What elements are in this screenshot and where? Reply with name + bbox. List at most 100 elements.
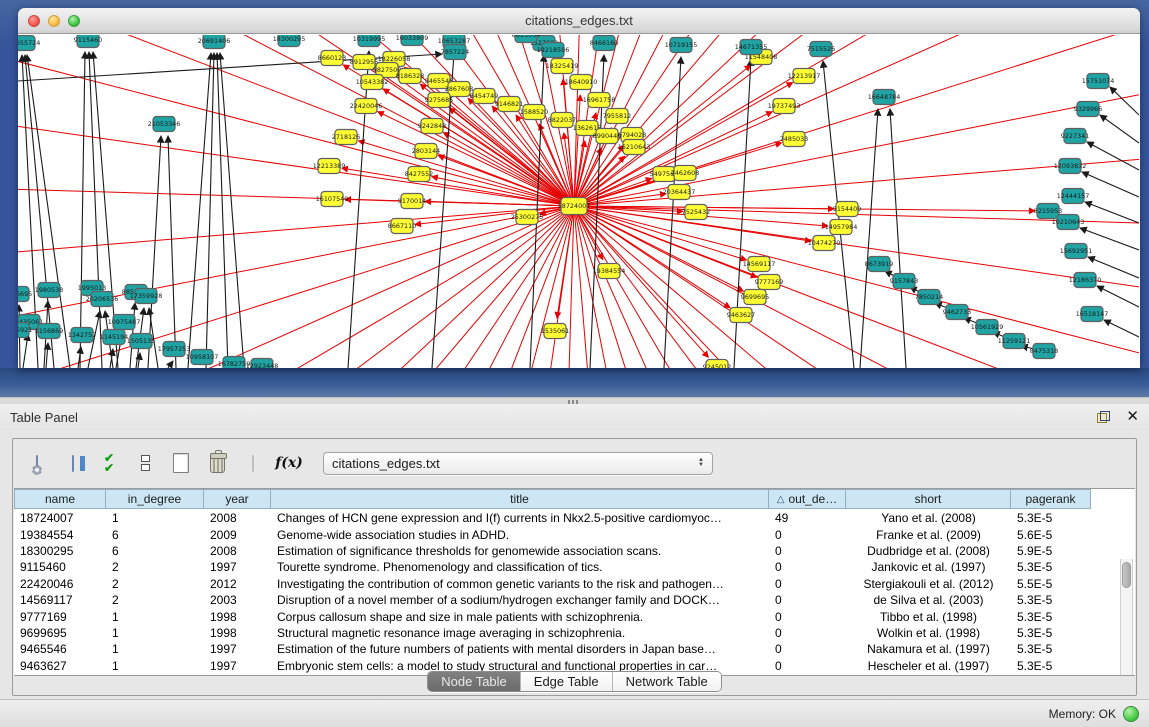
table-cell[interactable]: 0 <box>769 608 846 624</box>
tab-node-table[interactable]: Node Table <box>428 672 520 691</box>
table-cell[interactable]: 5.6E-5 <box>1011 526 1091 542</box>
table-scrollbar-thumb[interactable] <box>1122 562 1131 588</box>
table-cell[interactable]: Dudbridge et al. (2008) <box>846 543 1011 559</box>
table-cell[interactable]: 0 <box>769 526 846 542</box>
table-cell[interactable]: 19384554 <box>14 526 106 542</box>
show-columns-icon[interactable] <box>57 447 89 479</box>
table-row[interactable]: 1872400712008Changes of HCN gene express… <box>14 509 1135 526</box>
column-header-out_de[interactable]: △out_de… <box>769 489 846 509</box>
table-cell[interactable]: 22420046 <box>14 576 106 592</box>
column-header-pagerank[interactable]: pagerank <box>1011 489 1091 509</box>
table-cell[interactable]: Estimation of significance thresholds fo… <box>271 543 769 559</box>
table-cell[interactable]: de Silva et al. (2003) <box>846 592 1011 608</box>
delete-rows-icon[interactable] <box>201 447 233 479</box>
network-window-titlebar[interactable]: citations_edges.txt <box>18 8 1140 34</box>
table-cell[interactable]: Nakamura et al. (1997) <box>846 641 1011 657</box>
tab-network-table[interactable]: Network Table <box>612 672 721 691</box>
zoom-window-icon[interactable] <box>68 15 80 27</box>
column-header-title[interactable]: title <box>271 489 769 509</box>
select-columns-icon[interactable]: ✔✔ <box>93 447 125 479</box>
table-cell[interactable]: Investigating the contribution of common… <box>271 576 769 592</box>
function-builder-icon[interactable]: f(x) <box>273 447 305 479</box>
table-cell[interactable]: 5.3E-5 <box>1011 608 1091 624</box>
table-cell[interactable]: Jankovic et al. (1997) <box>846 559 1011 575</box>
table-cell[interactable]: Changes of HCN gene expression and I(f) … <box>271 510 769 526</box>
table-cell[interactable]: 6 <box>106 526 204 542</box>
table-cell[interactable]: 1 <box>106 608 204 624</box>
table-row[interactable]: 969969511998Structural magnetic resonanc… <box>14 625 1135 641</box>
table-cell[interactable]: 5.3E-5 <box>1011 625 1091 641</box>
table-cell[interactable]: 1997 <box>204 641 271 657</box>
table-cell[interactable]: Stergiakouli et al. (2012) <box>846 576 1011 592</box>
table-cell[interactable]: Yano et al. (2008) <box>846 510 1011 526</box>
table-cell[interactable]: 2012 <box>204 576 271 592</box>
table-cell[interactable]: 9777169 <box>14 608 106 624</box>
memory-status-icon[interactable] <box>1123 706 1139 722</box>
table-row[interactable]: 1938455462009Genome-wide association stu… <box>14 526 1135 542</box>
column-header-in_degree[interactable]: in_degree <box>106 489 204 509</box>
table-cell[interactable]: 1998 <box>204 608 271 624</box>
table-cell[interactable]: 49 <box>769 510 846 526</box>
table-cell[interactable]: Tourette syndrome. Phenomenology and cla… <box>271 559 769 575</box>
table-cell[interactable]: 2003 <box>204 592 271 608</box>
table-row[interactable]: 977716911998Corpus callosum shape and si… <box>14 608 1135 624</box>
column-header-year[interactable]: year <box>204 489 271 509</box>
minimize-window-icon[interactable] <box>48 15 60 27</box>
table-cell[interactable]: 1 <box>106 510 204 526</box>
table-cell[interactable]: 6 <box>106 543 204 559</box>
table-row[interactable]: 2242004622012Investigating the contribut… <box>14 576 1135 592</box>
table-cell[interactable]: 2009 <box>204 526 271 542</box>
table-cell[interactable]: 5.3E-5 <box>1011 641 1091 657</box>
new-table-icon[interactable] <box>165 447 197 479</box>
table-cell[interactable]: 5.3E-5 <box>1011 510 1091 526</box>
column-header-short[interactable]: short <box>846 489 1011 509</box>
table-cell[interactable]: 0 <box>769 641 846 657</box>
table-cell[interactable]: 2 <box>106 576 204 592</box>
table-cell[interactable]: 9465546 <box>14 641 106 657</box>
table-row[interactable]: 911546021997Tourette syndrome. Phenomeno… <box>14 559 1135 575</box>
table-cell[interactable]: 2 <box>106 559 204 575</box>
table-cell[interactable]: 5.9E-5 <box>1011 543 1091 559</box>
table-cell[interactable]: Corpus callosum shape and size in male p… <box>271 608 769 624</box>
table-cell[interactable]: 0 <box>769 625 846 641</box>
table-settings-icon[interactable] <box>21 447 53 479</box>
table-cell[interactable]: 2008 <box>204 543 271 559</box>
table-cell[interactable]: Estimation of the future numbers of pati… <box>271 641 769 657</box>
table-cell[interactable]: Wolkin et al. (1998) <box>846 625 1011 641</box>
table-cell[interactable]: 0 <box>769 576 846 592</box>
table-cell[interactable]: 5.3E-5 <box>1011 559 1091 575</box>
panel-splitter[interactable] <box>0 397 1149 404</box>
table-cell[interactable]: 9699695 <box>14 625 106 641</box>
table-cell[interactable]: 1 <box>106 625 204 641</box>
network-canvas[interactable]: 1872400786601238912955182260589827508105… <box>18 35 1139 368</box>
row-height-icon[interactable] <box>129 447 161 479</box>
table-cell[interactable]: Tibbo et al. (1998) <box>846 608 1011 624</box>
table-cell[interactable]: 5.3E-5 <box>1011 592 1091 608</box>
table-cell[interactable]: 2008 <box>204 510 271 526</box>
table-cell[interactable]: Structural magnetic resonance image aver… <box>271 625 769 641</box>
column-header-name[interactable]: name <box>14 489 106 509</box>
close-window-icon[interactable] <box>28 15 40 27</box>
table-cell[interactable]: 18300295 <box>14 543 106 559</box>
table-selector-dropdown[interactable]: citations_edges.txt ▲▼ <box>323 452 713 475</box>
table-cell[interactable]: Disruption of a novel member of a sodium… <box>271 592 769 608</box>
table-cell[interactable]: Genome-wide association studies in ADHD. <box>271 526 769 542</box>
table-cell[interactable]: 1 <box>106 641 204 657</box>
table-row[interactable]: 1456911722003Disruption of a novel membe… <box>14 592 1135 608</box>
table-cell[interactable]: Franke et al. (2009) <box>846 526 1011 542</box>
table-row[interactable]: 1830029562008Estimation of significance … <box>14 543 1135 559</box>
table-row[interactable]: 946554611997Estimation of the future num… <box>14 641 1135 657</box>
table-cell[interactable]: 9115460 <box>14 559 106 575</box>
tab-edge-table[interactable]: Edge Table <box>520 672 612 691</box>
table-cell[interactable]: 1997 <box>204 559 271 575</box>
close-panel-icon[interactable]: ✕ <box>1126 411 1139 423</box>
table-cell[interactable]: 5.5E-5 <box>1011 576 1091 592</box>
table-cell[interactable]: 0 <box>769 543 846 559</box>
table-cell[interactable]: 2 <box>106 592 204 608</box>
table-cell[interactable]: 14569117 <box>14 592 106 608</box>
table-cell[interactable]: 0 <box>769 559 846 575</box>
float-panel-icon[interactable] <box>1097 411 1110 423</box>
table-cell[interactable]: 18724007 <box>14 510 106 526</box>
table-scrollbar[interactable] <box>1120 559 1133 676</box>
table-cell[interactable]: 1998 <box>204 625 271 641</box>
